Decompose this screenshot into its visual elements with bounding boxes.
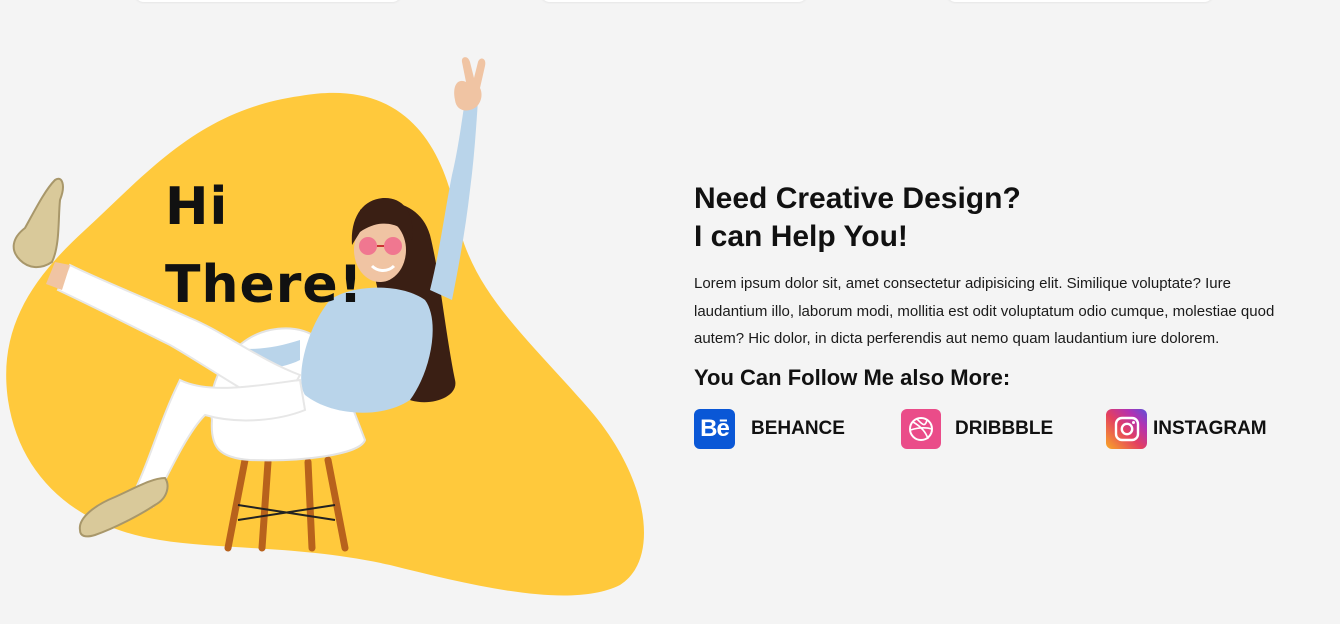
social-links: Bē BEHANCE DRIBBBLE INSTAGRAM xyxy=(694,408,1314,449)
page: Hi There! Need Creative Design? I can He… xyxy=(0,0,1340,624)
top-card[interactable] xyxy=(540,0,808,2)
dribbble-icon xyxy=(901,408,941,449)
headline: Need Creative Design? I can Help You! xyxy=(694,180,1314,256)
follow-title: You Can Follow Me also More: xyxy=(694,364,1011,390)
dribbble-link[interactable]: DRIBBBLE xyxy=(901,408,1054,449)
instagram-icon xyxy=(1106,408,1147,449)
social-label: DRIBBBLE xyxy=(955,417,1054,439)
top-card[interactable] xyxy=(134,0,402,2)
top-card[interactable] xyxy=(946,0,1214,2)
intro-section: Need Creative Design? I can Help You! Lo… xyxy=(694,180,1314,449)
headline-line: Need Creative Design? xyxy=(694,182,1021,215)
hero-illustration: Hi There! xyxy=(0,40,680,610)
social-label: BEHANCE xyxy=(751,417,845,439)
shoe-upper xyxy=(12,177,64,268)
instagram-link[interactable]: INSTAGRAM xyxy=(1106,408,1267,449)
greeting-text: Hi There! xyxy=(165,168,363,324)
behance-link[interactable]: Bē BEHANCE xyxy=(694,408,845,449)
greeting-line: There! xyxy=(165,255,364,315)
intro-description: Lorem ipsum dolor sit, amet consectetur … xyxy=(694,275,1275,347)
headline-line: I can Help You! xyxy=(694,220,908,253)
greeting-line: Hi xyxy=(165,177,229,237)
social-label: INSTAGRAM xyxy=(1153,417,1267,439)
behance-icon: Bē xyxy=(694,408,735,449)
hero-artwork xyxy=(6,57,645,596)
